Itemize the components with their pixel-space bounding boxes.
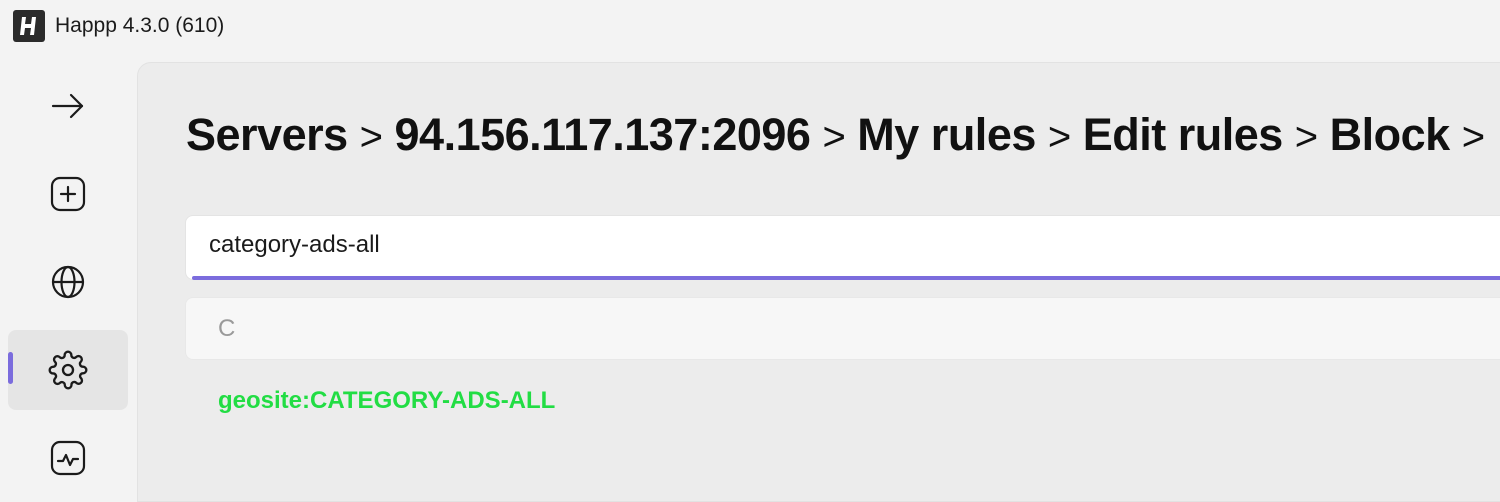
- suggestion-item[interactable]: geosite:CATEGORY-ADS-ALL: [218, 387, 555, 415]
- filter-input[interactable]: [186, 298, 1500, 359]
- globe-icon: [48, 262, 88, 302]
- sidebar-item-add[interactable]: [8, 154, 128, 234]
- sidebar-item-servers[interactable]: [8, 242, 128, 322]
- breadcrumb: Servers >94.156.117.137:2096 > My rules > Edi…: [186, 109, 1497, 161]
- breadcrumb-item-my-rules[interactable]: My rules: [857, 109, 1036, 160]
- active-indicator: [8, 352, 13, 384]
- sidebar-item-connect[interactable]: [8, 66, 128, 146]
- breadcrumb-separator: >: [1461, 115, 1485, 159]
- gear-icon: [48, 350, 88, 390]
- breadcrumb-item-edit-rules[interactable]: Edit rules: [1083, 109, 1284, 160]
- breadcrumb-separator: >: [1294, 115, 1318, 159]
- rule-input[interactable]: [186, 216, 1500, 279]
- activity-chart-icon: [48, 438, 88, 478]
- main-panel: Servers >94.156.117.137:2096 > My rules > Edi…: [137, 62, 1500, 502]
- arrow-right-icon: [48, 86, 88, 126]
- breadcrumb-item-servers[interactable]: Servers: [186, 109, 348, 160]
- app-logo-icon: [13, 10, 45, 42]
- breadcrumb-item-block[interactable]: Block: [1330, 109, 1451, 160]
- sidebar: [0, 54, 138, 480]
- sidebar-item-settings[interactable]: [8, 330, 128, 410]
- rule-input-container: [185, 215, 1500, 280]
- focus-underline: [192, 276, 1500, 280]
- add-box-icon: [48, 174, 88, 214]
- breadcrumb-item-server[interactable]: 94.156.117.137:2096: [395, 109, 811, 160]
- breadcrumb-separator: >: [359, 115, 383, 159]
- sidebar-item-stats[interactable]: [8, 418, 128, 498]
- breadcrumb-separator: >: [1047, 115, 1071, 159]
- filter-input-container: [185, 297, 1500, 360]
- title-bar: Happp 4.3.0 (610): [0, 0, 1500, 54]
- breadcrumb-separator: >: [822, 115, 846, 159]
- window-title: Happp 4.3.0 (610): [55, 14, 225, 37]
